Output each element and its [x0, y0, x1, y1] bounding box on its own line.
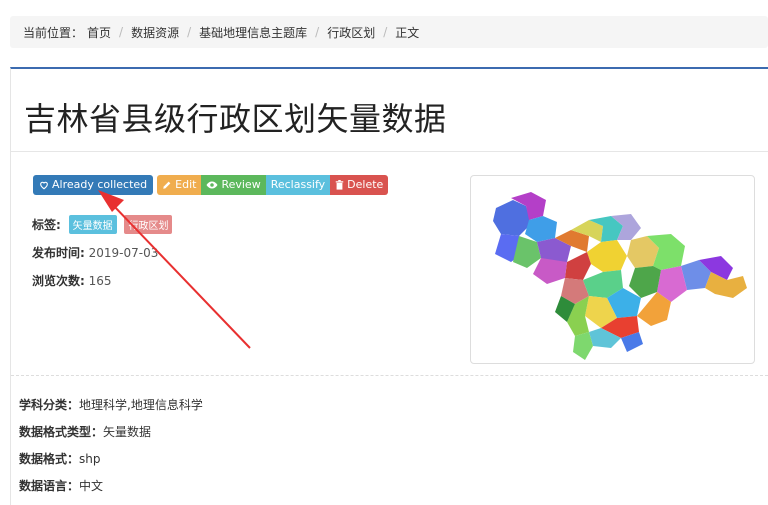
annotation-arrow-icon	[98, 190, 251, 349]
